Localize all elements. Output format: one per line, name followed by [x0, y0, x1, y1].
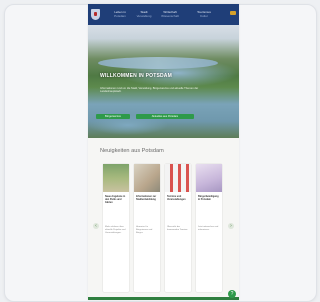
news-text: Übersicht der kommenden Termine.	[167, 226, 188, 231]
language-flag-icon[interactable]	[230, 11, 236, 15]
news-text: Mehr erfahren über aktuelle Projekte und…	[105, 226, 126, 234]
news-section-title: Neuigkeiten aus Potsdam	[100, 148, 164, 154]
news-title: Bürgerbeteiligung in Potsdam	[198, 195, 219, 201]
chevron-right-icon[interactable]: ›	[228, 223, 234, 229]
hero-button-right[interactable]: Aktuelles aus Potsdam	[136, 114, 194, 119]
nav-item-leben[interactable]: Leben in Potsdam	[110, 10, 130, 18]
chat-icon[interactable]: ?	[228, 290, 236, 298]
news-card[interactable]: Neue Angebote in den Parks und Gärten Me…	[103, 164, 129, 292]
footer-strip	[88, 297, 239, 300]
news-title: Termine und Veranstaltungen	[167, 195, 186, 201]
nav-sublabel: Kultur	[200, 14, 208, 18]
nav-item-wirtschaft[interactable]: Wirtschaft Wissenschaft	[160, 10, 180, 18]
news-card[interactable]: Bürgerbeteiligung in Potsdam Jetzt mitma…	[196, 164, 222, 292]
city-crest-icon[interactable]	[91, 9, 100, 20]
hero-button-left[interactable]: Bürgerservice	[96, 114, 130, 119]
hero-text: Informationen rund um die Stadt, Verwalt…	[100, 87, 199, 94]
news-image	[196, 164, 222, 192]
news-image	[103, 164, 129, 192]
nav-sublabel: Verwaltung	[136, 14, 152, 18]
nav-sublabel: Potsdam	[114, 14, 126, 18]
news-title: Informationen zur Stadtentwicklung	[136, 195, 157, 201]
hero-banner: WILLKOMMEN IN POTSDAM Informationen rund…	[88, 25, 239, 138]
chevron-left-icon[interactable]: ‹	[93, 223, 99, 229]
news-title: Neue Angebote in den Parks und Gärten	[105, 195, 126, 204]
site-header: Leben in Potsdam Stadt Verwaltung Wirtsc…	[88, 4, 239, 25]
news-section: Neuigkeiten aus Potsdam ‹ › Neue Angebot…	[88, 138, 239, 300]
nav-sublabel: Wissenschaft	[161, 14, 179, 18]
news-card[interactable]: Informationen zur Stadtentwicklung Hinwe…	[134, 164, 160, 292]
news-image	[134, 164, 160, 192]
news-card[interactable]: Termine und Veranstaltungen Übersicht de…	[165, 164, 191, 292]
news-text: Jetzt mitmachen und informieren.	[198, 226, 219, 231]
nav-item-stadt[interactable]: Stadt Verwaltung	[134, 10, 154, 18]
news-text: Hinweise für Bürgerinnen und Bürger.	[136, 226, 153, 234]
hero-title: WILLKOMMEN IN POTSDAM	[100, 73, 172, 79]
nav-item-tourismus[interactable]: Tourismus Kultur	[194, 10, 214, 18]
news-image	[165, 164, 191, 192]
website-preview: Leben in Potsdam Stadt Verwaltung Wirtsc…	[88, 4, 239, 300]
